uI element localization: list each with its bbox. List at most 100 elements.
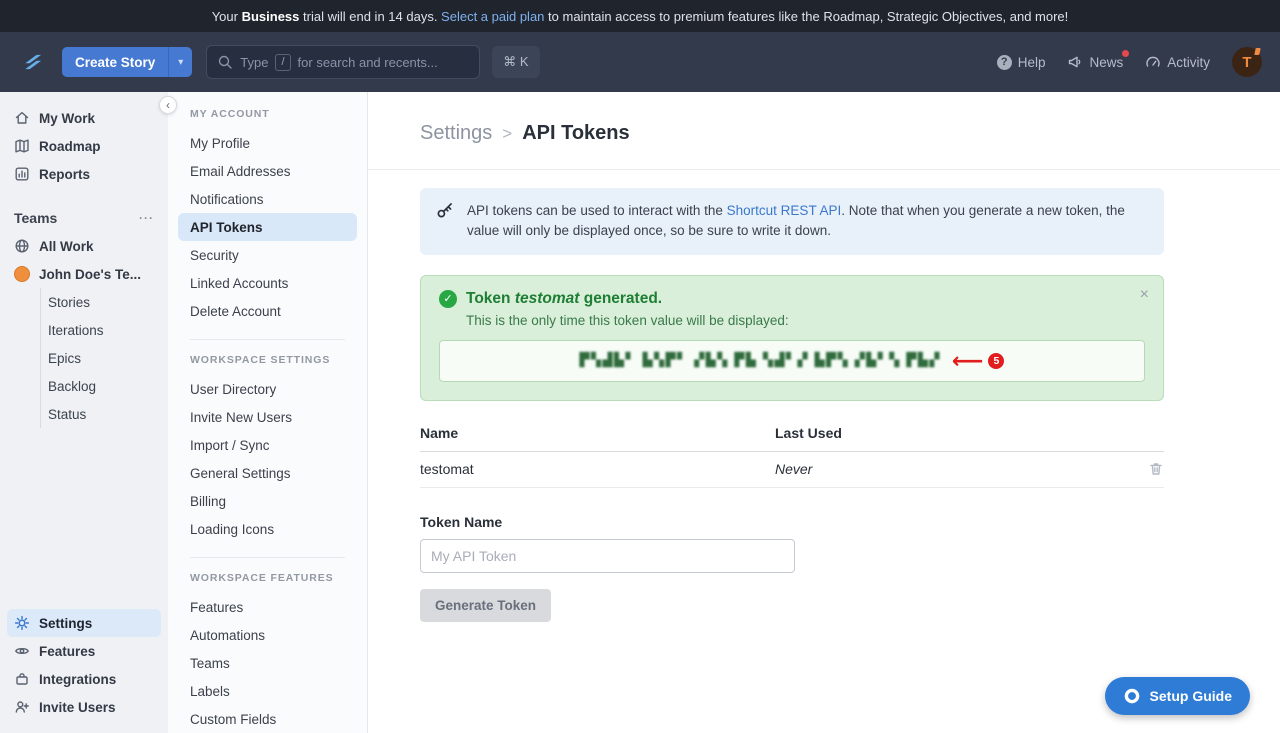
teams-section-header: Teams ··· [0, 204, 168, 232]
token-name-input[interactable] [420, 539, 795, 573]
create-story-button[interactable]: Create Story [62, 47, 168, 77]
sidebar-item-label: Roadmap [39, 139, 101, 154]
settings-nav-notifications[interactable]: Notifications [178, 185, 357, 213]
sidebar-item-backlog[interactable]: Backlog [41, 372, 168, 400]
header-divider [368, 169, 1280, 170]
key-icon [436, 201, 454, 219]
settings-nav-delete-account[interactable]: Delete Account [178, 297, 357, 325]
avatar-accent [1254, 48, 1260, 55]
tokens-table: Name Last Used testomat Never [420, 425, 1164, 488]
section-divider [190, 557, 345, 558]
activity-gauge-icon [1145, 54, 1161, 70]
page-title: API Tokens [522, 122, 629, 145]
token-display-notice: This is the only time this token value w… [466, 313, 1145, 328]
user-avatar[interactable]: T [1232, 47, 1262, 77]
rest-api-link[interactable]: Shortcut REST API [727, 203, 842, 218]
settings-nav-security[interactable]: Security [178, 241, 357, 269]
content-row: ‹ My Work Roadmap Reports Team [0, 92, 1280, 733]
settings-nav-labels[interactable]: Labels [178, 677, 357, 705]
close-icon[interactable]: × [1140, 286, 1149, 304]
nav-item-label: Labels [190, 684, 230, 699]
news-label: News [1089, 55, 1123, 70]
token-value-redacted: ▛▚▟▙▘ ▙▚▛▘ ▞▙▚ ▛▙ ▚▟▘▞ ▙▛▚ ▞▙▘▚ ▛▙▞ [580, 353, 941, 368]
sidebar-item-features[interactable]: Features [0, 637, 168, 665]
sidebar-item-iterations[interactable]: Iterations [41, 316, 168, 344]
sidebar-item-team[interactable]: John Doe's Te... [0, 260, 168, 288]
nav-item-label: Notifications [190, 192, 264, 207]
sidebar-item-invite-users[interactable]: Invite Users [0, 693, 168, 721]
sidebar-item-integrations[interactable]: Integrations [0, 665, 168, 693]
settings-nav-invite-new-users[interactable]: Invite New Users [178, 403, 357, 431]
settings-nav-automations[interactable]: Automations [178, 621, 357, 649]
nav-item-label: Teams [190, 656, 230, 671]
sidebar-bottom-group: Settings Features Integrations [0, 609, 168, 733]
help-button[interactable]: ? Help [997, 55, 1046, 70]
sidebar-item-roadmap[interactable]: Roadmap [0, 132, 168, 160]
check-circle-icon: ✓ [439, 290, 457, 308]
nav-item-label: Security [190, 248, 239, 263]
nav-item-label: User Directory [190, 382, 276, 397]
banner-plan-name: Business [242, 9, 300, 24]
sidebar-item-label: My Work [39, 111, 95, 126]
sidebar-item-stories[interactable]: Stories [41, 288, 168, 316]
gear-icon [14, 615, 30, 631]
megaphone-icon [1067, 54, 1083, 70]
slash-keycap: / [275, 54, 290, 71]
token-name-label: Token Name [420, 514, 1164, 530]
section-header-my-account: MY ACCOUNT [168, 108, 367, 120]
settings-nav-my-profile[interactable]: My Profile [178, 129, 357, 157]
sidebar-item-label: Invite Users [39, 700, 116, 715]
settings-nav-teams[interactable]: Teams [178, 649, 357, 677]
sidebar-item-epics[interactable]: Epics [41, 344, 168, 372]
settings-nav-import-sync[interactable]: Import / Sync [178, 431, 357, 459]
activity-label: Activity [1167, 55, 1210, 70]
team-avatar-icon [14, 266, 30, 282]
shortcut-logo[interactable] [18, 47, 48, 77]
nav-item-label: API Tokens [190, 220, 263, 235]
sidebar-item-reports[interactable]: Reports [0, 160, 168, 188]
api-tokens-content: API tokens can be used to interact with … [420, 188, 1164, 622]
select-paid-plan-link[interactable]: Select a paid plan [441, 9, 544, 24]
puzzle-icon [14, 671, 30, 687]
notification-dot [1122, 50, 1129, 57]
delete-token-button[interactable] [1148, 461, 1164, 477]
setup-guide-label: Setup Guide [1150, 688, 1232, 704]
settings-nav-features[interactable]: Features [178, 593, 357, 621]
lifebuoy-icon [1123, 687, 1141, 705]
home-icon [14, 110, 30, 126]
settings-nav-api-tokens[interactable]: API Tokens [178, 213, 357, 241]
trial-banner: Your Business trial will end in 14 days.… [0, 0, 1280, 32]
settings-nav-linked-accounts[interactable]: Linked Accounts [178, 269, 357, 297]
app-window: Your Business trial will end in 14 days.… [0, 0, 1280, 733]
settings-nav-general-settings[interactable]: General Settings [178, 459, 357, 487]
breadcrumb-settings-link[interactable]: Settings [420, 122, 492, 145]
sidebar-item-settings[interactable]: Settings [7, 609, 161, 637]
column-header-name: Name [420, 425, 775, 441]
collapse-sidebar-button[interactable]: ‹ [159, 96, 177, 114]
sidebar-item-all-work[interactable]: All Work [0, 232, 168, 260]
create-story-caret-button[interactable]: ▾ [168, 47, 192, 77]
settings-nav-user-directory[interactable]: User Directory [178, 375, 357, 403]
settings-nav-loading-icons[interactable]: Loading Icons [178, 515, 357, 543]
activity-button[interactable]: Activity [1145, 54, 1210, 70]
settings-nav-email-addresses[interactable]: Email Addresses [178, 157, 357, 185]
sidebar-item-status[interactable]: Status [41, 400, 168, 428]
sub-item-label: Backlog [48, 379, 96, 394]
settings-nav-billing[interactable]: Billing [178, 487, 357, 515]
generate-token-button[interactable]: Generate Token [420, 589, 551, 622]
settings-nav-custom-fields[interactable]: Custom Fields [178, 705, 357, 733]
team-sub-list: Stories Iterations Epics Backlog Status [40, 288, 168, 428]
create-story-split-button: Create Story ▾ [62, 47, 192, 77]
nav-item-label: Custom Fields [190, 712, 276, 727]
search-input[interactable]: Type / for search and recents... [206, 45, 480, 79]
annotation-step-badge: 5 [988, 353, 1004, 369]
help-label: Help [1018, 55, 1046, 70]
news-button[interactable]: News [1067, 54, 1123, 70]
teams-more-button[interactable]: ··· [139, 211, 154, 225]
token-row-last-used: Never [775, 461, 812, 477]
setup-guide-button[interactable]: Setup Guide [1105, 677, 1250, 715]
sub-item-label: Stories [48, 295, 90, 310]
nav-item-label: Import / Sync [190, 438, 270, 453]
sidebar-item-my-work[interactable]: My Work [0, 104, 168, 132]
eye-icon [14, 643, 30, 659]
